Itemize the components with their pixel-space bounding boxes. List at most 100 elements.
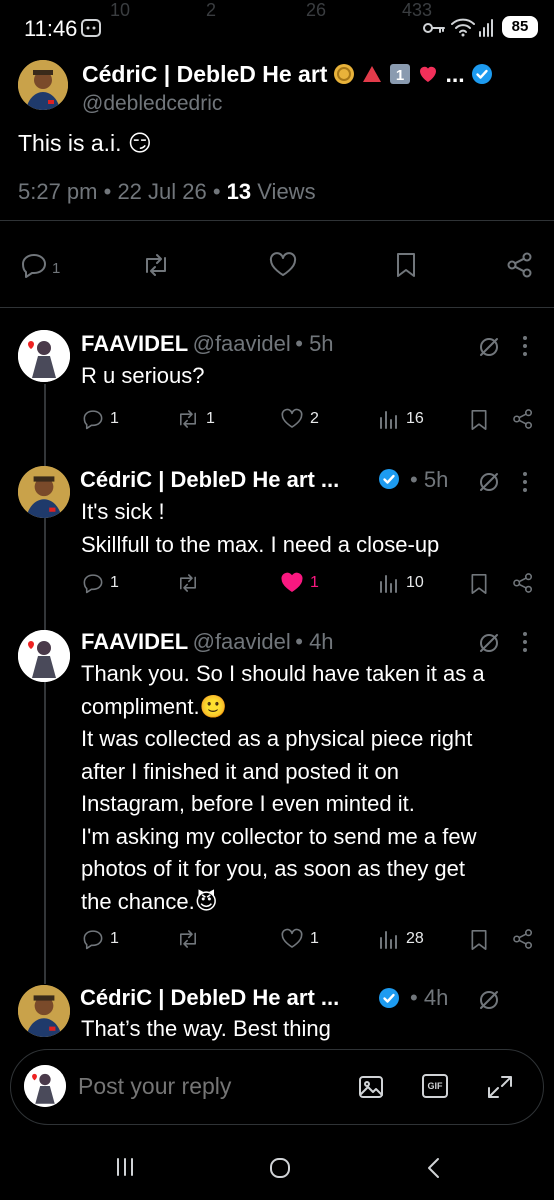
reply-button[interactable]: 1 [82, 928, 119, 950]
bookmark-icon[interactable] [469, 928, 489, 952]
views-button[interactable]: 10 [378, 572, 424, 594]
screenshot-icon [80, 18, 102, 38]
reply-line: I'm asking my collector to send me a few [81, 823, 477, 849]
reply-age[interactable]: 4h [424, 985, 448, 1010]
battery-indicator: 85 [502, 16, 538, 38]
reply-name[interactable]: CédriC | DebleD He art ... [80, 985, 339, 1010]
reply-actions: 1 1 2 16 [0, 406, 554, 436]
main-reply-button[interactable]: 1 [20, 252, 60, 278]
main-bookmark-button[interactable] [394, 251, 418, 279]
reply-age[interactable]: 5h [424, 467, 448, 492]
main-repost-button[interactable] [141, 252, 171, 278]
repost-button[interactable] [176, 928, 200, 950]
coin-emoji-icon [333, 63, 355, 85]
like-filled-icon [280, 572, 304, 594]
reply-line: Skillfull to the max. I need a close-up [81, 531, 440, 557]
author-handle[interactable]: @debledcedric [82, 92, 222, 116]
reply-text: R u serious? [81, 360, 205, 393]
triangle-emoji-icon [361, 63, 383, 85]
home-icon[interactable] [268, 1156, 292, 1180]
reply-avatar[interactable] [18, 985, 70, 1037]
reply-name[interactable]: FAAVIDEL [81, 331, 188, 356]
more-icon[interactable] [521, 334, 529, 358]
like-count: 1 [310, 574, 319, 591]
reply-button[interactable]: 1 [82, 408, 119, 430]
verified-icon [378, 468, 400, 490]
share-icon[interactable] [512, 408, 534, 430]
share-icon[interactable] [512, 928, 534, 950]
author-name-row[interactable]: CédriC | DebleD He art 1 ... [82, 60, 493, 88]
ghost-count-replies: 10 [110, 0, 131, 20]
verified-icon [378, 987, 400, 1009]
keycap-one-emoji-icon: 1 [389, 63, 411, 85]
bookmark-icon [394, 251, 418, 279]
like-button[interactable]: 2 [280, 408, 319, 430]
reply-icon [82, 408, 104, 430]
divider [0, 220, 554, 221]
reply-handle[interactable]: @faavidel [193, 629, 291, 654]
like-button[interactable]: 1 [280, 928, 319, 950]
reply-age[interactable]: 5h [309, 331, 333, 356]
mute-icon[interactable] [476, 334, 502, 360]
gif-icon[interactable]: GIF [422, 1074, 448, 1098]
status-time: 11:46 [24, 16, 78, 41]
like-count: 2 [310, 410, 319, 427]
author-avatar[interactable] [18, 60, 68, 110]
main-like-button[interactable] [268, 252, 298, 278]
views-icon [378, 928, 400, 950]
more-icon[interactable] [521, 470, 529, 494]
repost-button[interactable]: 1 [176, 408, 215, 430]
reply-header: FAAVIDEL @faavidel • 4h [81, 629, 334, 654]
divider [0, 307, 554, 308]
bookmark-icon[interactable] [469, 572, 489, 596]
reply-avatar[interactable] [18, 630, 70, 682]
views-button[interactable]: 16 [378, 408, 424, 430]
reply-line: after I finished it and posted it on [81, 758, 399, 784]
heart-emoji-icon [417, 63, 439, 85]
main-share-button[interactable] [506, 251, 534, 279]
mute-icon[interactable] [476, 987, 502, 1013]
views-icon [378, 408, 400, 430]
more-icon[interactable] [521, 630, 529, 654]
reply-line: photos of it for you, as soon as they ge… [81, 856, 466, 881]
reply-line: Instagram, before I even minted it. [81, 791, 415, 816]
reply-input[interactable] [76, 1072, 340, 1101]
reply-line: the chance.😈 [81, 888, 218, 914]
expand-icon[interactable] [486, 1074, 514, 1100]
author-name[interactable]: CédriC | DebleD He art [82, 61, 327, 88]
reply-icon [82, 572, 104, 594]
reply-button[interactable]: 1 [82, 572, 119, 594]
like-button-active[interactable]: 1 [280, 572, 319, 594]
mute-icon[interactable] [476, 469, 502, 495]
reply-line: It's sick ! [81, 499, 165, 524]
bookmark-icon[interactable] [469, 408, 489, 432]
reply-actions: 1 1 28 [0, 926, 554, 956]
back-icon[interactable] [424, 1156, 444, 1180]
composer-avatar [24, 1065, 66, 1107]
reply-actions: 1 1 10 [0, 570, 554, 600]
reply-text: It's sick ! Skillfull to the max. I need… [81, 496, 439, 561]
like-icon [268, 252, 298, 278]
key-icon [422, 20, 446, 36]
verified-icon [471, 63, 493, 85]
reply-name[interactable]: CédriC | DebleD He art ... [80, 467, 339, 492]
reply-text: That’s the way. Best thing [81, 1013, 331, 1046]
reply-avatar[interactable] [18, 330, 70, 382]
reply-avatar[interactable] [18, 466, 70, 518]
reply-name[interactable]: FAAVIDEL [81, 629, 188, 654]
reply-handle[interactable]: @faavidel [193, 331, 291, 356]
recent-apps-icon[interactable] [114, 1156, 136, 1178]
reply-age-row: • 5h [410, 467, 449, 492]
repost-count: 1 [206, 410, 215, 427]
name-ellipsis: ... [445, 60, 465, 87]
repost-icon [176, 572, 200, 594]
mute-icon[interactable] [476, 630, 502, 656]
reply-line: Thank you. So I should have taken it as … [81, 661, 485, 686]
views-icon [378, 572, 400, 594]
repost-button[interactable] [176, 572, 200, 594]
views-button[interactable]: 28 [378, 928, 424, 950]
share-icon[interactable] [512, 572, 534, 594]
reply-age[interactable]: 4h [309, 629, 333, 654]
wifi-icon [450, 16, 476, 38]
image-icon[interactable] [358, 1075, 384, 1099]
